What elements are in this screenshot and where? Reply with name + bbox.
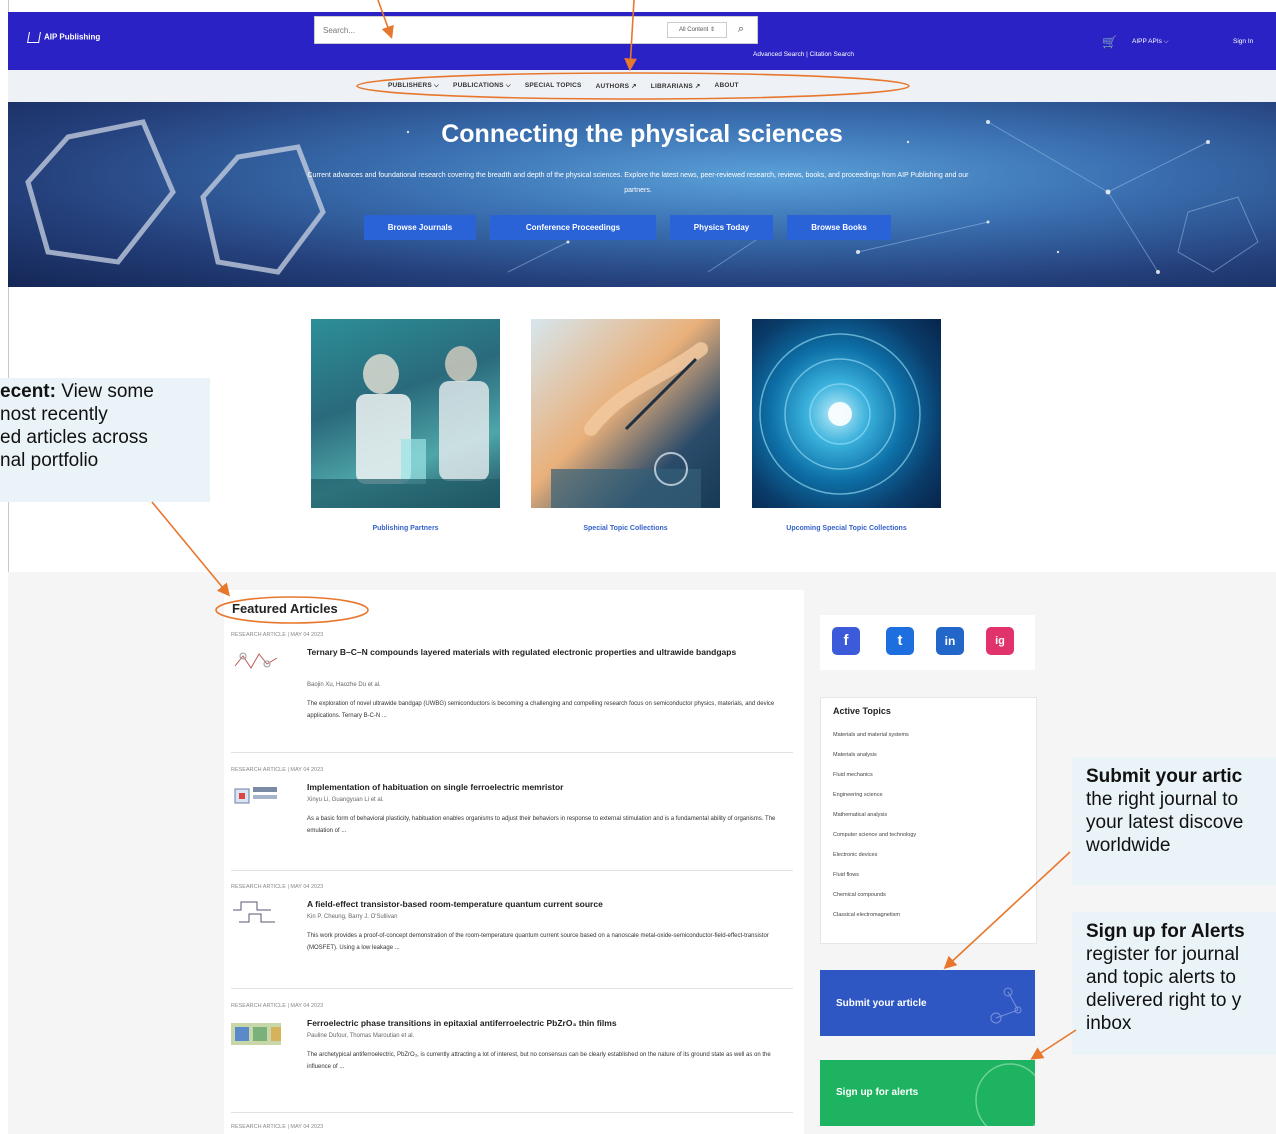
search-arrow — [377, 0, 394, 40]
nav-arrow — [624, 0, 637, 72]
submit-arrow — [943, 851, 1071, 970]
nav-highlight-ellipse — [356, 72, 910, 100]
annotation-overlay — [151, 0, 1077, 1060]
alerts-arrow — [1030, 1029, 1077, 1060]
featured-highlight-ellipse — [215, 596, 369, 624]
featured-arrow — [151, 501, 231, 597]
